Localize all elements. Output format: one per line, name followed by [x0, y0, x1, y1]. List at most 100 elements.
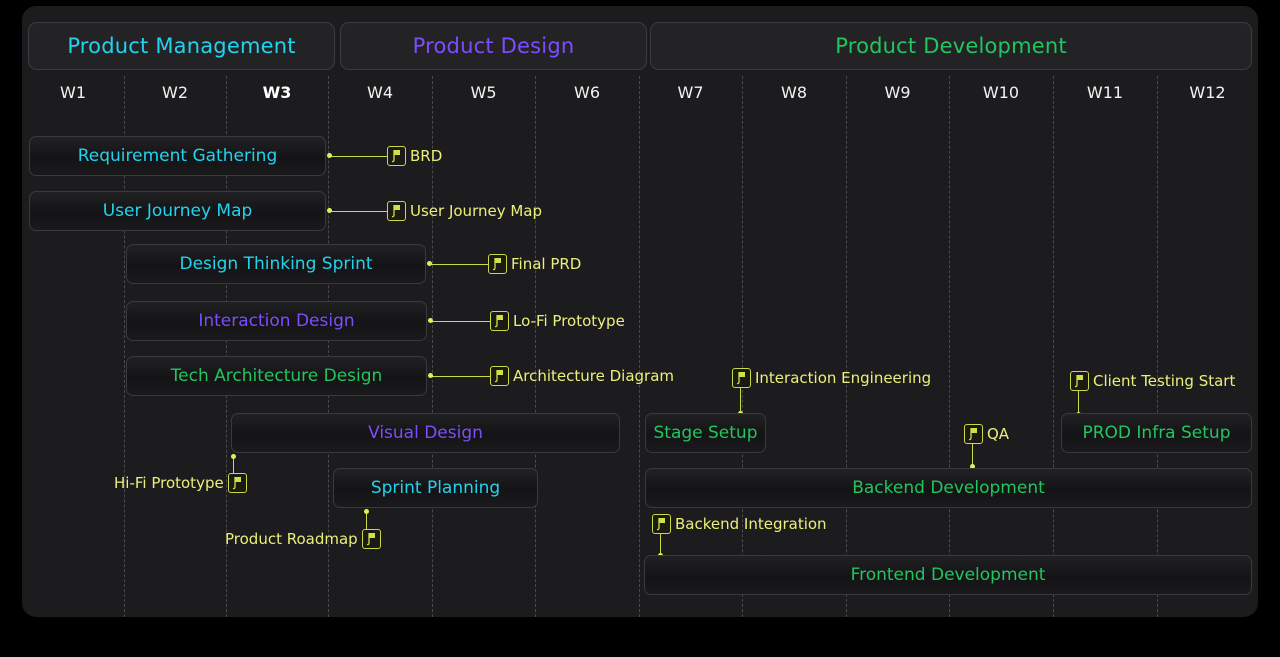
flag-icon	[1070, 371, 1089, 391]
task-bar-label: Frontend Development	[851, 565, 1046, 585]
connector-dot-final-prd	[427, 261, 432, 266]
task-bar-requirement-gathering[interactable]: Requirement Gathering	[29, 136, 326, 176]
flag-icon	[964, 424, 983, 444]
flag-icon	[732, 368, 751, 388]
milestone-architecture-diagram[interactable]: Architecture Diagram	[490, 366, 674, 386]
task-bar-tech-architecture-design[interactable]: Tech Architecture Design	[126, 356, 427, 396]
gridline-w5-w6	[535, 76, 536, 617]
milestone-user-journey-map[interactable]: User Journey Map	[387, 201, 542, 221]
connector-dot-lofi-prototype	[428, 318, 433, 323]
milestone-label: Backend Integration	[675, 515, 827, 533]
week-tick-w10: W10	[949, 80, 1053, 104]
gridline-w9-w10	[949, 76, 950, 617]
flag-icon	[490, 311, 509, 331]
milestone-qa[interactable]: QA	[964, 424, 1009, 444]
task-bar-frontend-development[interactable]: Frontend Development	[644, 555, 1252, 595]
flag-icon	[490, 366, 509, 386]
task-bar-user-journey-map[interactable]: User Journey Map	[29, 191, 326, 231]
week-tick-w9: W9	[846, 80, 949, 104]
phase-header-product-design[interactable]: Product Design	[340, 22, 647, 70]
connector-dot-hifi-prototype	[231, 454, 236, 459]
week-tick-w4: W4	[328, 80, 432, 104]
connector-brd	[329, 156, 389, 157]
task-bar-label: Requirement Gathering	[78, 146, 278, 166]
week-tick-w5: W5	[432, 80, 535, 104]
week-tick-w12: W12	[1157, 80, 1258, 104]
milestone-interaction-engineering[interactable]: Interaction Engineering	[732, 368, 931, 388]
task-bar-interaction-design[interactable]: Interaction Design	[126, 301, 427, 341]
task-bar-label: Interaction Design	[198, 311, 354, 331]
gridline-w6-w7	[639, 76, 640, 617]
week-tick-w2: W2	[124, 80, 226, 104]
week-tick-w3: W3	[226, 80, 328, 104]
connector-interaction-engineering	[740, 387, 741, 413]
task-bar-prod-infra-setup[interactable]: PROD Infra Setup	[1061, 413, 1252, 453]
task-bar-backend-development[interactable]: Backend Development	[645, 468, 1252, 508]
milestone-label: Product Roadmap	[225, 530, 358, 548]
week-label: W3	[263, 83, 292, 102]
task-bar-label: Sprint Planning	[371, 478, 500, 498]
task-bar-label: Design Thinking Sprint	[179, 254, 372, 274]
gridline-w10-w11	[1053, 76, 1054, 617]
week-label: W8	[781, 83, 807, 102]
week-label: W1	[60, 83, 86, 102]
flag-icon	[362, 529, 381, 549]
milestone-hifi-prototype[interactable]: Hi-Fi Prototype	[114, 473, 247, 493]
connector-final-prd	[429, 264, 490, 265]
gridline-w11-w12	[1157, 76, 1158, 617]
milestone-client-testing-start[interactable]: Client Testing Start	[1070, 371, 1235, 391]
week-label: W5	[471, 83, 497, 102]
phase-header-product-management[interactable]: Product Management	[28, 22, 335, 70]
task-bar-label: Stage Setup	[653, 423, 757, 443]
task-bar-stage-setup[interactable]: Stage Setup	[645, 413, 766, 453]
connector-user-journey-map	[329, 211, 389, 212]
milestone-label: BRD	[410, 147, 442, 165]
phase-header-product-development[interactable]: Product Development	[650, 22, 1252, 70]
week-tick-w7: W7	[639, 80, 742, 104]
phase-label: Product Management	[67, 34, 295, 58]
milestone-label: Architecture Diagram	[513, 367, 674, 385]
milestone-label: Interaction Engineering	[755, 369, 931, 387]
milestone-brd[interactable]: BRD	[387, 146, 442, 166]
connector-dot-product-roadmap	[364, 509, 369, 514]
milestone-label: Hi-Fi Prototype	[114, 474, 224, 492]
week-label: W11	[1087, 83, 1123, 102]
gridline-w8-w9	[846, 76, 847, 617]
week-tick-w11: W11	[1053, 80, 1157, 104]
task-bar-visual-design[interactable]: Visual Design	[231, 413, 620, 453]
week-label: W6	[574, 83, 600, 102]
milestone-label: User Journey Map	[410, 202, 542, 220]
gantt-chart-root: Product Management Product Design Produc…	[0, 0, 1280, 657]
connector-dot-brd	[327, 153, 332, 158]
flag-icon	[228, 473, 247, 493]
milestone-lofi-prototype[interactable]: Lo-Fi Prototype	[490, 311, 625, 331]
week-tick-w1: W1	[22, 80, 124, 104]
task-bar-label: Backend Development	[852, 478, 1045, 498]
connector-dot-architecture-diagram	[428, 373, 433, 378]
gridline-w7-w8	[742, 76, 743, 617]
flag-icon	[652, 514, 671, 534]
connector-dot-user-journey-map	[327, 208, 332, 213]
phase-label: Product Development	[835, 34, 1067, 58]
connector-lofi-prototype	[430, 321, 492, 322]
task-bar-label: Visual Design	[368, 423, 483, 443]
task-bar-design-thinking-sprint[interactable]: Design Thinking Sprint	[126, 244, 426, 284]
connector-client-testing-start	[1078, 390, 1079, 414]
milestone-product-roadmap[interactable]: Product Roadmap	[225, 529, 381, 549]
flag-icon	[387, 146, 406, 166]
week-label: W2	[162, 83, 188, 102]
chart-panel: Product Management Product Design Produc…	[22, 6, 1258, 617]
task-bar-label: Tech Architecture Design	[171, 366, 383, 386]
task-bar-sprint-planning[interactable]: Sprint Planning	[333, 468, 538, 508]
connector-architecture-diagram	[430, 376, 492, 377]
week-tick-w6: W6	[535, 80, 639, 104]
milestone-final-prd[interactable]: Final PRD	[488, 254, 581, 274]
flag-icon	[488, 254, 507, 274]
milestone-label: Final PRD	[511, 255, 581, 273]
connector-qa	[972, 443, 973, 466]
flag-icon	[387, 201, 406, 221]
week-label: W7	[678, 83, 704, 102]
milestone-backend-integration[interactable]: Backend Integration	[652, 514, 827, 534]
milestone-label: Lo-Fi Prototype	[513, 312, 625, 330]
task-bar-label: PROD Infra Setup	[1082, 423, 1230, 443]
